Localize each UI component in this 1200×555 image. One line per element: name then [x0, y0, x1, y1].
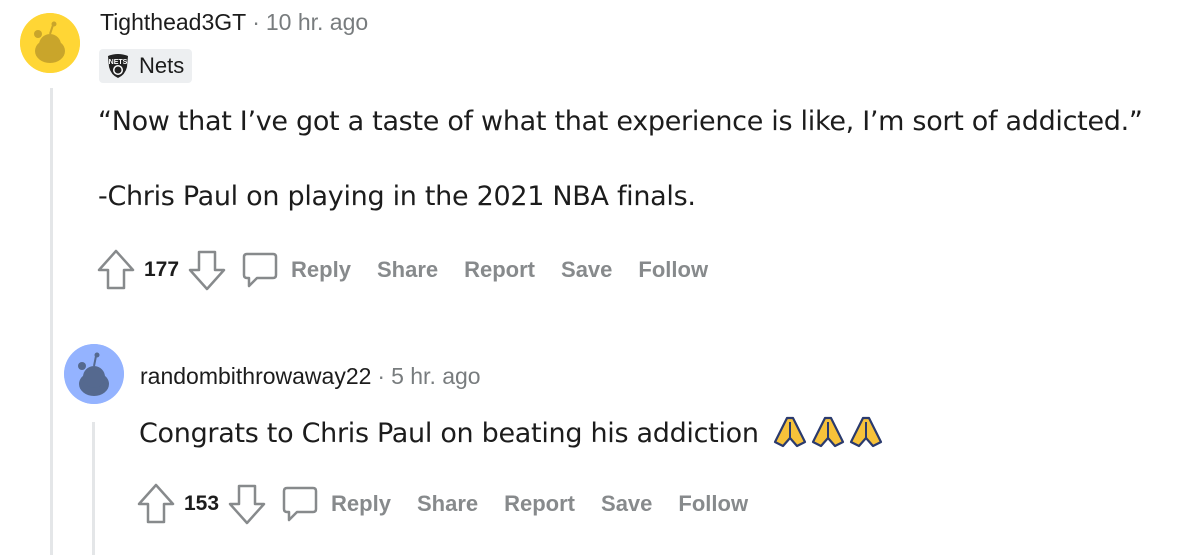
share-label: Share	[416, 491, 479, 516]
comment-actions: 177 Reply Share Report Save Follow	[96, 248, 734, 292]
comment-actions: 153 Reply Share Report Save Follow	[136, 482, 774, 526]
save-label: Save	[561, 257, 613, 282]
avatar[interactable]	[64, 344, 124, 404]
comment-meta: randombithrowaway22 · 5 hr. ago	[140, 363, 481, 390]
report-label: Report	[504, 491, 576, 516]
vote-count: 177	[144, 258, 180, 281]
save-button[interactable]: Save	[601, 491, 652, 517]
separator-dot: ·	[252, 9, 260, 35]
timestamp[interactable]: 5 hr. ago	[391, 363, 481, 389]
user-flair: NETS Nets	[99, 49, 193, 83]
follow-label: Follow	[678, 491, 749, 516]
snoo-avatar-icon	[64, 344, 124, 404]
comment-meta: Tighthead3GT · 10 hr. ago	[100, 9, 368, 36]
vote-count: 153	[184, 492, 220, 515]
follow-button[interactable]: Follow	[678, 491, 748, 517]
separator-dot: ·	[377, 363, 386, 389]
comment-body-line: -Chris Paul on playing in the 2021 NBA f…	[98, 181, 696, 212]
downvote-icon[interactable]	[227, 482, 267, 526]
downvote-icon[interactable]	[187, 248, 227, 292]
comment-body-line: Congrats to Chris Paul on beating his ad…	[139, 414, 885, 455]
follow-label: Follow	[638, 257, 709, 282]
share-button[interactable]: Share	[417, 491, 478, 517]
reply-label: Reply	[291, 257, 351, 282]
share-label: Share	[376, 257, 439, 282]
thread-line-parent[interactable]	[50, 88, 53, 555]
follow-button[interactable]: Follow	[638, 257, 708, 283]
username[interactable]: randombithrowaway22	[140, 363, 371, 389]
nets-logo-icon: NETS	[108, 54, 128, 78]
timestamp[interactable]: 10 hr. ago	[266, 9, 368, 35]
reply-button[interactable]: Reply	[241, 250, 351, 290]
snoo-avatar-icon	[20, 13, 80, 73]
share-button[interactable]: Share	[377, 257, 438, 283]
reply-button[interactable]: Reply	[281, 484, 391, 524]
reply-label: Reply	[331, 491, 391, 516]
vote-controls: 177	[96, 248, 227, 292]
vote-controls: 153	[136, 482, 267, 526]
upvote-icon[interactable]	[96, 248, 136, 292]
save-button[interactable]: Save	[561, 257, 612, 283]
report-button[interactable]: Report	[504, 491, 575, 517]
report-button[interactable]: Report	[464, 257, 535, 283]
save-label: Save	[601, 491, 653, 516]
comment-body-line: “Now that I’ve got a taste of what that …	[98, 106, 1143, 137]
comment-bubble-icon	[242, 252, 278, 288]
svg-text:NETS: NETS	[109, 59, 128, 66]
comment-text: Congrats to Chris Paul on beating his ad…	[139, 418, 759, 449]
folded-hands-emoji	[769, 414, 885, 455]
avatar[interactable]	[20, 13, 80, 73]
username[interactable]: Tighthead3GT	[100, 9, 246, 35]
thread-line-child[interactable]	[92, 422, 95, 555]
comment-bubble-icon	[282, 486, 318, 522]
upvote-icon[interactable]	[136, 482, 176, 526]
flair-label: Nets	[139, 53, 185, 78]
report-label: Report	[464, 257, 536, 282]
